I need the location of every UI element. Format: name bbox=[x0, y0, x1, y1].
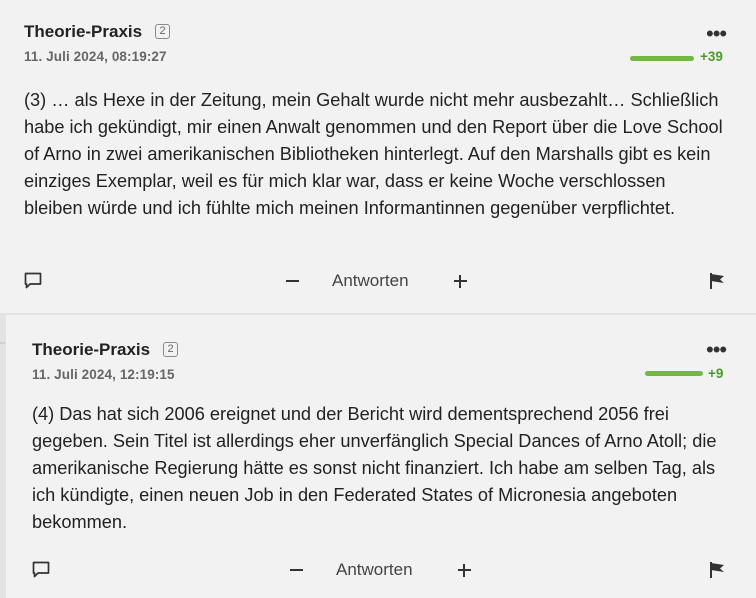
more-options-icon[interactable]: ••• bbox=[706, 339, 727, 361]
upvote-button[interactable] bbox=[451, 560, 477, 580]
comment-timestamp: 11. Juli 2024, 12:19:15 bbox=[32, 367, 175, 382]
comment-icon[interactable] bbox=[32, 561, 50, 583]
vote-bar bbox=[645, 371, 703, 376]
comment: Theorie-Praxis 2 11. Juli 2024, 08:19:27… bbox=[0, 0, 756, 313]
upvote-button[interactable] bbox=[447, 271, 473, 291]
flag-icon[interactable] bbox=[709, 272, 726, 295]
vote-count: +9 bbox=[708, 366, 724, 381]
comment-text: (4) Das hat sich 2006 ereignet und der B… bbox=[32, 404, 717, 533]
vote-bar bbox=[630, 56, 694, 61]
reply-button[interactable]: Antworten bbox=[332, 271, 409, 291]
downvote-button[interactable] bbox=[283, 560, 309, 580]
downvote-button[interactable] bbox=[279, 271, 305, 291]
reply-button[interactable]: Antworten bbox=[336, 560, 413, 580]
minus-icon bbox=[286, 280, 299, 282]
flag-icon[interactable] bbox=[709, 561, 726, 584]
author-level-badge: 2 bbox=[155, 24, 170, 39]
comment-author[interactable]: Theorie-Praxis bbox=[32, 340, 150, 360]
reply-thread-tick bbox=[0, 342, 5, 344]
minus-icon bbox=[290, 569, 303, 571]
vote-count: +39 bbox=[700, 49, 723, 64]
reply-thread-line bbox=[0, 315, 6, 598]
more-options-icon[interactable]: ••• bbox=[706, 23, 727, 45]
author-level-badge: 2 bbox=[163, 342, 178, 357]
comment-timestamp: 11. Juli 2024, 08:19:27 bbox=[24, 49, 167, 64]
comment-icon[interactable] bbox=[24, 272, 42, 294]
comment-text: (3) … als Hexe in der Zeitung, mein Geha… bbox=[24, 90, 723, 219]
comment-author[interactable]: Theorie-Praxis bbox=[24, 22, 142, 42]
comment-reply: Theorie-Praxis 2 11. Juli 2024, 12:19:15… bbox=[0, 315, 756, 598]
